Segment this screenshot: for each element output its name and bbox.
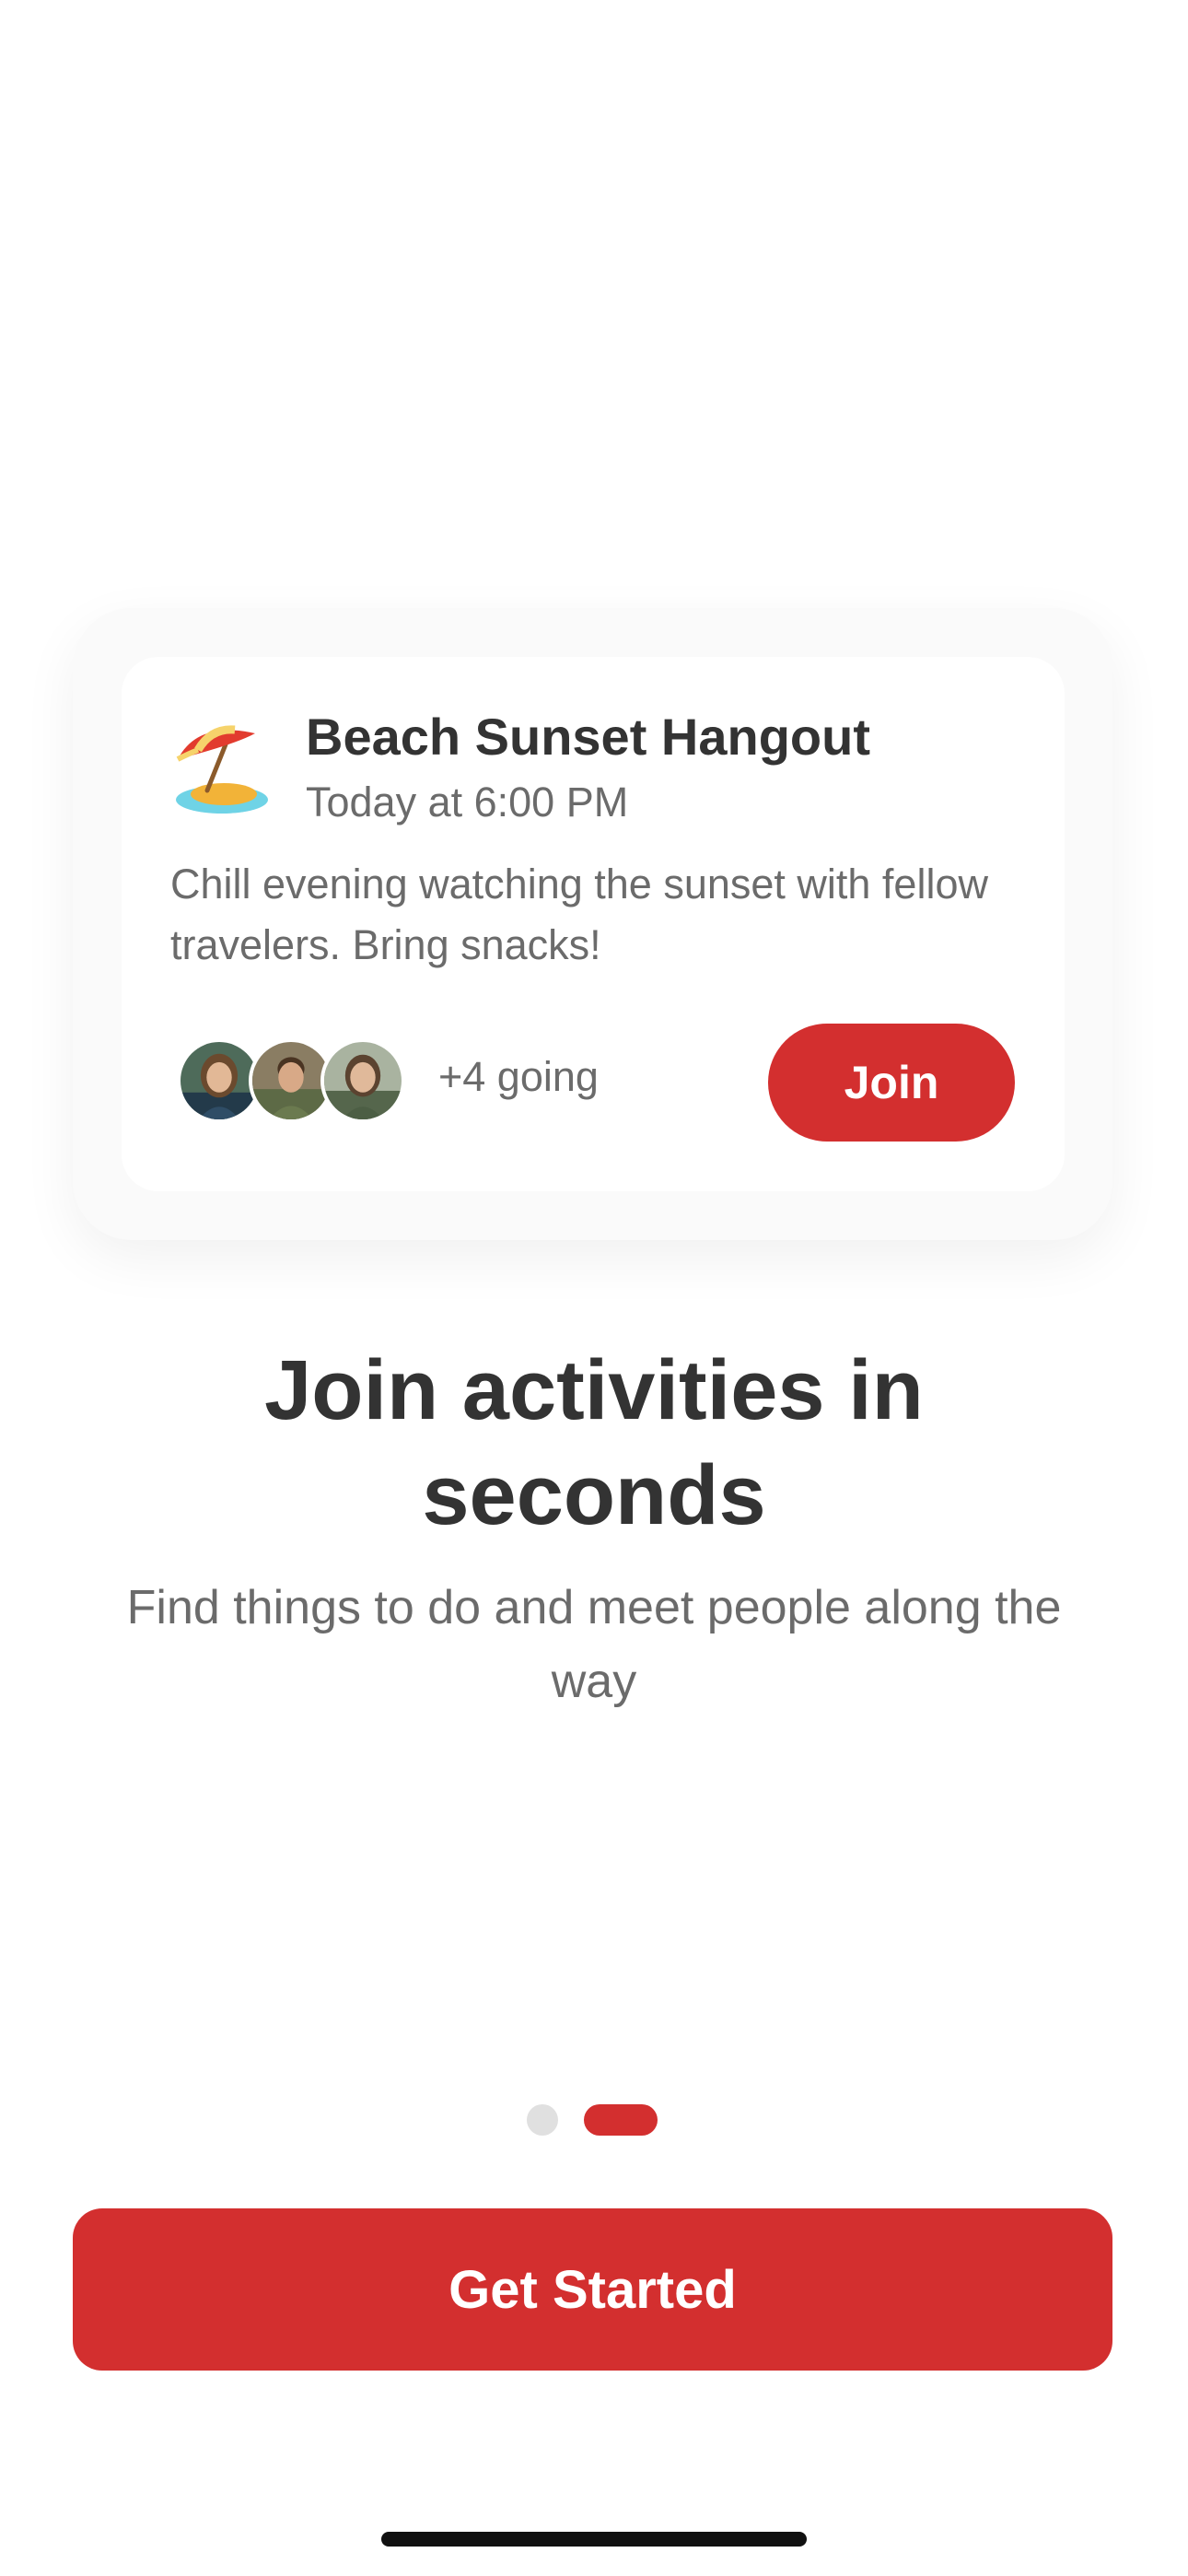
- beach-umbrella-icon: [170, 717, 272, 818]
- event-time: Today at 6:00 PM: [306, 779, 629, 825]
- attendee-count: +4 going: [438, 1053, 599, 1100]
- event-preview-card: Beach Sunset Hangout Today at 6:00 PM Ch…: [73, 608, 1112, 1240]
- attendee-avatars: [177, 1038, 425, 1123]
- onboarding-subtitle: Find things to do and meet people along …: [126, 1581, 1062, 1708]
- page-dot-1[interactable]: [527, 2104, 558, 2136]
- event-card[interactable]: Beach Sunset Hangout Today at 6:00 PM Ch…: [122, 657, 1065, 1191]
- join-button[interactable]: Join: [768, 1024, 1015, 1142]
- home-indicator[interactable]: [381, 2532, 807, 2547]
- event-description: Chill evening watching the sunset with f…: [170, 861, 988, 968]
- event-title: Beach Sunset Hangout: [306, 708, 870, 766]
- page-dot-2-active[interactable]: [584, 2104, 658, 2136]
- onboarding-headline: Join activities in seconds: [264, 1343, 924, 1542]
- get-started-button[interactable]: Get Started: [73, 2208, 1112, 2371]
- attendee-avatar: [320, 1038, 405, 1123]
